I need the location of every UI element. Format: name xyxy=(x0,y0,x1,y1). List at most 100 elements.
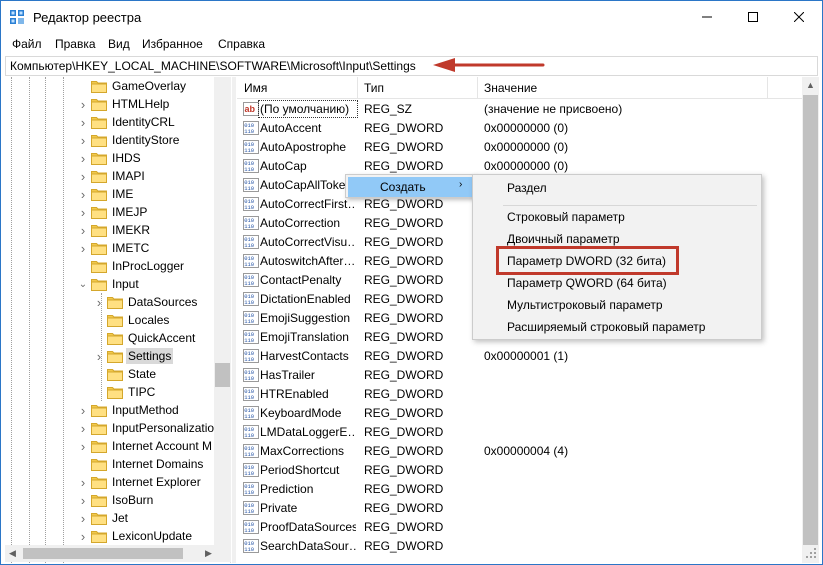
tree-item[interactable]: › InputPersonalizatio xyxy=(77,419,216,437)
tree-item[interactable]: › LexiconUpdate xyxy=(77,527,194,545)
submenu-item-qword-value[interactable]: Параметр QWORD (64 бита) xyxy=(507,276,667,290)
value-row[interactable]: 010 110 AutoApostrophe REG_DWORD 0x00000000 … xyxy=(237,138,802,157)
value-row[interactable]: 010 110 MaxCorrections REG_DWORD 0x00000004 … xyxy=(237,442,802,461)
value-row[interactable]: ab (По умолчанию) REG_SZ (значение не присв… xyxy=(237,100,802,119)
value-name: DictationEnabled xyxy=(260,292,351,306)
value-row[interactable]: 010 110 Private REG_DWORD xyxy=(237,499,802,518)
tree-item[interactable]: › IdentityStore xyxy=(77,131,181,149)
submenu-item-expandable-string-value[interactable]: Расширяемый строковый параметр xyxy=(507,320,705,334)
value-row[interactable]: 010 110 HarvestContacts REG_DWORD 0x00000001… xyxy=(237,347,802,366)
pane-splitter[interactable] xyxy=(232,77,236,563)
tree-item[interactable]: › Settings xyxy=(93,347,174,365)
tree-item[interactable]: › IMAPI xyxy=(77,167,147,185)
chevron-right-icon[interactable]: › xyxy=(93,349,105,364)
chevron-right-icon[interactable]: › xyxy=(77,403,89,418)
tree-item[interactable]: QuickAccent xyxy=(93,329,197,347)
tree-item[interactable]: › IdentityCRL xyxy=(77,113,177,131)
value-row[interactable]: 010 110 Prediction REG_DWORD xyxy=(237,480,802,499)
chevron-right-icon[interactable]: › xyxy=(77,529,89,544)
value-name: AutoCorrectVisu… xyxy=(260,235,356,249)
tree-item[interactable]: › IMEJP xyxy=(77,203,149,221)
address-bar[interactable]: Компьютер\HKEY_LOCAL_MACHINE\SOFTWARE\Mi… xyxy=(5,56,818,76)
chevron-down-icon[interactable]: ⌄ xyxy=(77,279,89,290)
maximize-button[interactable] xyxy=(730,1,776,33)
tree-item[interactable]: › IsoBurn xyxy=(77,491,155,509)
value-row[interactable]: 010 110 HTREnabled REG_DWORD xyxy=(237,385,802,404)
list-vscroll-thumb[interactable] xyxy=(803,95,818,545)
chevron-right-icon[interactable]: › xyxy=(77,205,89,220)
tree-item[interactable]: › IMEKR xyxy=(77,221,152,239)
tree-item[interactable]: › Jet xyxy=(77,509,130,527)
value-row[interactable]: 010 110 HasTrailer REG_DWORD xyxy=(237,366,802,385)
chevron-right-icon[interactable]: › xyxy=(77,475,89,490)
chevron-right-icon[interactable]: › xyxy=(77,133,89,148)
value-row[interactable]: 010 110 PeriodShortcut REG_DWORD xyxy=(237,461,802,480)
tree-item[interactable]: › Internet Explorer xyxy=(77,473,203,491)
chevron-right-icon[interactable]: › xyxy=(77,223,89,238)
tree-item[interactable]: › IME xyxy=(77,185,135,203)
svg-text:110: 110 xyxy=(244,432,254,439)
value-name: LMDataLoggerE… xyxy=(260,425,356,439)
chevron-right-icon[interactable]: › xyxy=(77,151,89,166)
tree-item[interactable]: › DataSources xyxy=(93,293,199,311)
chevron-right-icon[interactable]: › xyxy=(77,169,89,184)
chevron-right-icon[interactable]: › xyxy=(77,115,89,130)
tree-item[interactable]: TIPC xyxy=(93,383,157,401)
menu-help[interactable]: Справка xyxy=(218,37,265,51)
tree-item[interactable]: ⌄ Input xyxy=(77,275,141,293)
submenu-item-binary-value[interactable]: Двоичный параметр xyxy=(507,232,620,246)
submenu-item-multistring-value[interactable]: Мультистроковый параметр xyxy=(507,298,663,312)
column-type-header[interactable]: Тип xyxy=(364,81,384,95)
value-row[interactable]: 010 110 LMDataLoggerE… REG_DWORD xyxy=(237,423,802,442)
tree-item[interactable]: GameOverlay xyxy=(77,77,188,95)
chevron-right-icon[interactable]: › xyxy=(77,241,89,256)
tree-item[interactable]: › HTMLHelp xyxy=(77,95,171,113)
menu-file[interactable]: Файл xyxy=(12,37,42,51)
value-row[interactable]: 010 110 ProofDataSources REG_DWORD xyxy=(237,518,802,537)
tree-vertical-scrollbar[interactable] xyxy=(214,77,231,545)
chevron-right-icon[interactable]: › xyxy=(77,493,89,508)
value-name: AutoCap xyxy=(260,159,307,173)
tree-horizontal-scrollbar[interactable]: ◀ ▶ xyxy=(5,545,231,562)
scroll-up-icon[interactable]: ▲ xyxy=(806,80,815,90)
submenu-item-key[interactable]: Раздел xyxy=(507,181,547,195)
menu-view[interactable]: Вид xyxy=(108,37,130,51)
key-tree[interactable]: GameOverlay › HTMLHelp › IdentityCRL › Identit… xyxy=(5,77,231,563)
column-name-header[interactable]: Имя xyxy=(244,81,267,95)
tree-item[interactable]: InProcLogger xyxy=(77,257,186,275)
tree-item[interactable]: Internet Domains xyxy=(77,455,205,473)
value-row[interactable]: 010 110 KeyboardMode REG_DWORD xyxy=(237,404,802,423)
value-row[interactable]: 010 110 SearchDataSour… REG_DWORD xyxy=(237,537,802,556)
menu-edit[interactable]: Правка xyxy=(55,37,96,51)
menu-favorites[interactable]: Избранное xyxy=(142,37,203,51)
chevron-right-icon[interactable]: › xyxy=(77,187,89,202)
value-type: REG_DWORD xyxy=(364,520,444,534)
folder-icon xyxy=(91,116,107,129)
tree-item[interactable]: State xyxy=(93,365,158,383)
resize-grip-icon[interactable] xyxy=(804,546,818,560)
tree-item[interactable]: Locales xyxy=(93,311,171,329)
chevron-right-icon[interactable]: › xyxy=(77,511,89,526)
tree-vscroll-thumb[interactable] xyxy=(215,363,230,387)
title-bar[interactable]: Редактор реестра xyxy=(1,1,822,34)
tree-item[interactable]: › Internet Account M xyxy=(77,437,214,455)
minimize-button[interactable] xyxy=(684,1,730,33)
tree-item-label: InputMethod xyxy=(112,403,179,417)
value-name: HasTrailer xyxy=(260,368,315,382)
list-vertical-scrollbar[interactable]: ▲ xyxy=(802,77,819,563)
column-value-header[interactable]: Значение xyxy=(484,81,537,95)
scroll-left-icon[interactable]: ◀ xyxy=(9,548,16,559)
chevron-right-icon[interactable]: › xyxy=(93,295,105,310)
chevron-right-icon[interactable]: › xyxy=(77,421,89,436)
tree-item[interactable]: › IMETC xyxy=(77,239,151,257)
tree-item[interactable]: › IHDS xyxy=(77,149,143,167)
value-row[interactable]: 010 110 AutoAccent REG_DWORD 0x00000000 (0) xyxy=(237,119,802,138)
submenu-item-string-value[interactable]: Строковый параметр xyxy=(507,210,625,224)
chevron-right-icon[interactable]: › xyxy=(77,97,89,112)
close-button[interactable] xyxy=(776,1,822,33)
scroll-right-icon[interactable]: ▶ xyxy=(205,548,212,559)
chevron-right-icon[interactable]: › xyxy=(77,439,89,454)
tree-item[interactable]: › InputMethod xyxy=(77,401,181,419)
dword-value-icon: 010110 xyxy=(243,311,259,325)
tree-hscroll-thumb[interactable] xyxy=(23,548,183,559)
